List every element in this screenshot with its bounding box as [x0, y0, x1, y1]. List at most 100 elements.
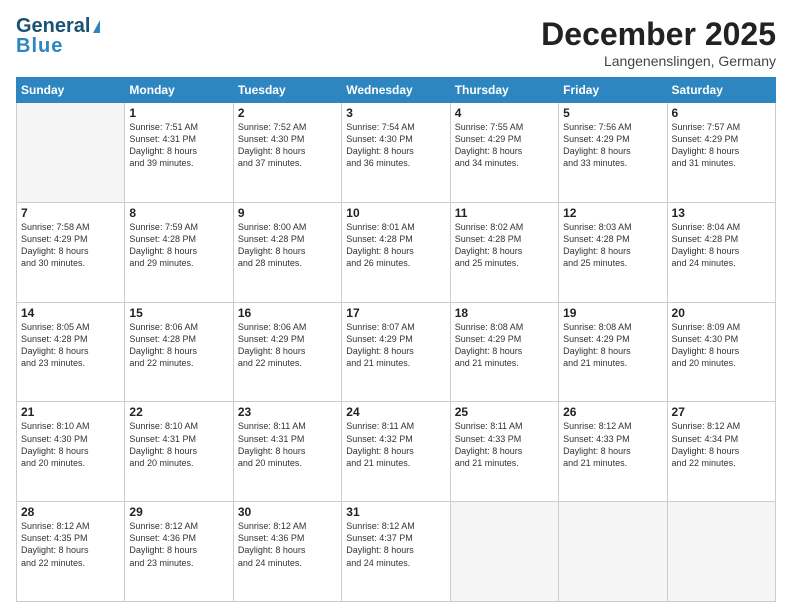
calendar-cell: 19Sunrise: 8:08 AM Sunset: 4:29 PM Dayli… [559, 302, 667, 402]
day-number: 22 [129, 405, 228, 419]
day-number: 30 [238, 505, 337, 519]
day-info: Sunrise: 8:12 AM Sunset: 4:35 PM Dayligh… [21, 520, 120, 569]
col-thursday: Thursday [450, 78, 558, 103]
day-number: 23 [238, 405, 337, 419]
calendar-week-row: 14Sunrise: 8:05 AM Sunset: 4:28 PM Dayli… [17, 302, 776, 402]
calendar-week-row: 1Sunrise: 7:51 AM Sunset: 4:31 PM Daylig… [17, 103, 776, 203]
header: General Blue December 2025 Langenensling… [16, 16, 776, 69]
day-info: Sunrise: 7:52 AM Sunset: 4:30 PM Dayligh… [238, 121, 337, 170]
calendar-cell: 27Sunrise: 8:12 AM Sunset: 4:34 PM Dayli… [667, 402, 775, 502]
day-info: Sunrise: 7:55 AM Sunset: 4:29 PM Dayligh… [455, 121, 554, 170]
day-info: Sunrise: 7:54 AM Sunset: 4:30 PM Dayligh… [346, 121, 445, 170]
day-info: Sunrise: 7:59 AM Sunset: 4:28 PM Dayligh… [129, 221, 228, 270]
calendar-cell: 15Sunrise: 8:06 AM Sunset: 4:28 PM Dayli… [125, 302, 233, 402]
day-info: Sunrise: 8:06 AM Sunset: 4:29 PM Dayligh… [238, 321, 337, 370]
day-number: 2 [238, 106, 337, 120]
calendar-cell: 10Sunrise: 8:01 AM Sunset: 4:28 PM Dayli… [342, 202, 450, 302]
day-number: 6 [672, 106, 771, 120]
logo: General Blue [16, 16, 100, 56]
calendar-cell: 2Sunrise: 7:52 AM Sunset: 4:30 PM Daylig… [233, 103, 341, 203]
day-number: 21 [21, 405, 120, 419]
day-info: Sunrise: 7:57 AM Sunset: 4:29 PM Dayligh… [672, 121, 771, 170]
day-number: 24 [346, 405, 445, 419]
day-info: Sunrise: 8:00 AM Sunset: 4:28 PM Dayligh… [238, 221, 337, 270]
day-info: Sunrise: 8:11 AM Sunset: 4:33 PM Dayligh… [455, 420, 554, 469]
col-friday: Friday [559, 78, 667, 103]
calendar-cell: 22Sunrise: 8:10 AM Sunset: 4:31 PM Dayli… [125, 402, 233, 502]
day-number: 31 [346, 505, 445, 519]
calendar-week-row: 28Sunrise: 8:12 AM Sunset: 4:35 PM Dayli… [17, 502, 776, 602]
day-info: Sunrise: 8:05 AM Sunset: 4:28 PM Dayligh… [21, 321, 120, 370]
calendar-cell [667, 502, 775, 602]
col-wednesday: Wednesday [342, 78, 450, 103]
calendar-cell: 12Sunrise: 8:03 AM Sunset: 4:28 PM Dayli… [559, 202, 667, 302]
day-info: Sunrise: 7:58 AM Sunset: 4:29 PM Dayligh… [21, 221, 120, 270]
calendar-cell: 26Sunrise: 8:12 AM Sunset: 4:33 PM Dayli… [559, 402, 667, 502]
day-info: Sunrise: 8:12 AM Sunset: 4:36 PM Dayligh… [238, 520, 337, 569]
calendar-cell: 21Sunrise: 8:10 AM Sunset: 4:30 PM Dayli… [17, 402, 125, 502]
day-info: Sunrise: 8:04 AM Sunset: 4:28 PM Dayligh… [672, 221, 771, 270]
day-number: 19 [563, 306, 662, 320]
calendar-cell: 14Sunrise: 8:05 AM Sunset: 4:28 PM Dayli… [17, 302, 125, 402]
logo-blue: Blue [16, 36, 100, 56]
month-title: December 2025 [541, 16, 776, 53]
day-number: 9 [238, 206, 337, 220]
calendar-cell: 8Sunrise: 7:59 AM Sunset: 4:28 PM Daylig… [125, 202, 233, 302]
day-number: 15 [129, 306, 228, 320]
calendar-cell: 16Sunrise: 8:06 AM Sunset: 4:29 PM Dayli… [233, 302, 341, 402]
day-info: Sunrise: 8:12 AM Sunset: 4:37 PM Dayligh… [346, 520, 445, 569]
calendar-cell: 13Sunrise: 8:04 AM Sunset: 4:28 PM Dayli… [667, 202, 775, 302]
calendar-cell [17, 103, 125, 203]
calendar-cell: 5Sunrise: 7:56 AM Sunset: 4:29 PM Daylig… [559, 103, 667, 203]
calendar-cell [559, 502, 667, 602]
day-info: Sunrise: 8:12 AM Sunset: 4:34 PM Dayligh… [672, 420, 771, 469]
day-number: 5 [563, 106, 662, 120]
day-number: 27 [672, 405, 771, 419]
col-saturday: Saturday [667, 78, 775, 103]
day-number: 4 [455, 106, 554, 120]
day-number: 17 [346, 306, 445, 320]
col-sunday: Sunday [17, 78, 125, 103]
day-number: 8 [129, 206, 228, 220]
calendar-cell: 7Sunrise: 7:58 AM Sunset: 4:29 PM Daylig… [17, 202, 125, 302]
calendar-week-row: 21Sunrise: 8:10 AM Sunset: 4:30 PM Dayli… [17, 402, 776, 502]
day-info: Sunrise: 8:11 AM Sunset: 4:31 PM Dayligh… [238, 420, 337, 469]
day-info: Sunrise: 8:10 AM Sunset: 4:30 PM Dayligh… [21, 420, 120, 469]
day-number: 20 [672, 306, 771, 320]
day-info: Sunrise: 8:09 AM Sunset: 4:30 PM Dayligh… [672, 321, 771, 370]
day-number: 25 [455, 405, 554, 419]
calendar-cell: 1Sunrise: 7:51 AM Sunset: 4:31 PM Daylig… [125, 103, 233, 203]
calendar-cell: 23Sunrise: 8:11 AM Sunset: 4:31 PM Dayli… [233, 402, 341, 502]
calendar-table: Sunday Monday Tuesday Wednesday Thursday… [16, 77, 776, 602]
col-monday: Monday [125, 78, 233, 103]
day-info: Sunrise: 7:51 AM Sunset: 4:31 PM Dayligh… [129, 121, 228, 170]
calendar-cell: 9Sunrise: 8:00 AM Sunset: 4:28 PM Daylig… [233, 202, 341, 302]
calendar-body: 1Sunrise: 7:51 AM Sunset: 4:31 PM Daylig… [17, 103, 776, 602]
calendar-cell: 17Sunrise: 8:07 AM Sunset: 4:29 PM Dayli… [342, 302, 450, 402]
day-number: 12 [563, 206, 662, 220]
location-subtitle: Langenenslingen, Germany [541, 53, 776, 69]
day-number: 16 [238, 306, 337, 320]
day-info: Sunrise: 8:06 AM Sunset: 4:28 PM Dayligh… [129, 321, 228, 370]
calendar-week-row: 7Sunrise: 7:58 AM Sunset: 4:29 PM Daylig… [17, 202, 776, 302]
day-number: 29 [129, 505, 228, 519]
day-info: Sunrise: 8:02 AM Sunset: 4:28 PM Dayligh… [455, 221, 554, 270]
calendar-cell: 25Sunrise: 8:11 AM Sunset: 4:33 PM Dayli… [450, 402, 558, 502]
calendar-cell: 18Sunrise: 8:08 AM Sunset: 4:29 PM Dayli… [450, 302, 558, 402]
day-number: 7 [21, 206, 120, 220]
calendar-cell: 28Sunrise: 8:12 AM Sunset: 4:35 PM Dayli… [17, 502, 125, 602]
logo-general: General [16, 16, 90, 36]
day-info: Sunrise: 8:10 AM Sunset: 4:31 PM Dayligh… [129, 420, 228, 469]
day-number: 13 [672, 206, 771, 220]
day-info: Sunrise: 8:07 AM Sunset: 4:29 PM Dayligh… [346, 321, 445, 370]
day-info: Sunrise: 7:56 AM Sunset: 4:29 PM Dayligh… [563, 121, 662, 170]
day-info: Sunrise: 8:03 AM Sunset: 4:28 PM Dayligh… [563, 221, 662, 270]
day-info: Sunrise: 8:12 AM Sunset: 4:33 PM Dayligh… [563, 420, 662, 469]
day-info: Sunrise: 8:08 AM Sunset: 4:29 PM Dayligh… [455, 321, 554, 370]
page-container: General Blue December 2025 Langenensling… [0, 0, 792, 612]
logo-arrow-icon [93, 20, 100, 33]
title-area: December 2025 Langenenslingen, Germany [541, 16, 776, 69]
day-info: Sunrise: 8:01 AM Sunset: 4:28 PM Dayligh… [346, 221, 445, 270]
calendar-cell: 31Sunrise: 8:12 AM Sunset: 4:37 PM Dayli… [342, 502, 450, 602]
day-info: Sunrise: 8:11 AM Sunset: 4:32 PM Dayligh… [346, 420, 445, 469]
